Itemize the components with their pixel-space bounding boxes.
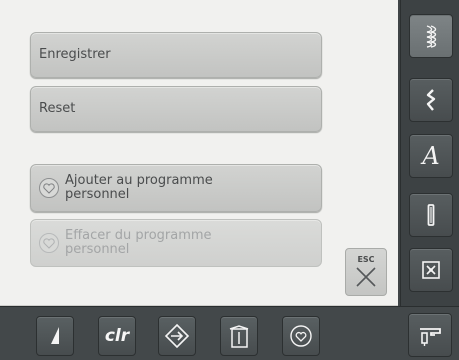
- personal-program-button[interactable]: [282, 316, 320, 356]
- esc-label: ESC: [357, 255, 375, 264]
- reset-button[interactable]: Reset: [30, 86, 322, 132]
- esc-button[interactable]: ESC: [345, 248, 387, 296]
- close-icon: [356, 267, 376, 287]
- save-button-label: Enregistrer: [39, 47, 111, 62]
- sewing-machine-icon: [420, 328, 441, 346]
- stitch-pattern-icon: [426, 25, 437, 48]
- sidebar-item-alphabets[interactable]: A: [409, 134, 453, 178]
- navigation-icon: [164, 323, 190, 349]
- remove-label-line1: Effacer du programme: [65, 228, 212, 243]
- add-label-line1: Ajouter au programme: [65, 173, 213, 188]
- main-panel: Enregistrer Reset Ajouter au programme p…: [0, 0, 398, 306]
- clear-button[interactable]: clr: [98, 316, 136, 356]
- sidebar-item-utility[interactable]: [409, 78, 453, 122]
- stitch-alteration-button[interactable]: [36, 316, 74, 356]
- zigzag-stitch-icon: [426, 89, 436, 111]
- remove-from-personal-program-button[interactable]: Effacer du programme personnel: [30, 219, 322, 267]
- alphabet-icon: A: [422, 142, 440, 170]
- sidebar-item-stitches[interactable]: [409, 14, 453, 58]
- navigation-button[interactable]: [158, 316, 196, 356]
- bottom-toolbar: clr: [0, 306, 459, 360]
- tutorial-icon: [229, 325, 249, 348]
- add-to-personal-program-button[interactable]: Ajouter au programme personnel: [30, 164, 322, 212]
- tutorial-button[interactable]: [220, 316, 258, 356]
- heart-icon: [39, 233, 59, 253]
- sidebar-item-buttonholes[interactable]: [409, 193, 453, 237]
- remove-label-line2: personnel: [65, 242, 130, 257]
- quilt-stitch-icon: [422, 261, 440, 279]
- sidebar-item-quilting[interactable]: [409, 248, 453, 292]
- sewing-machine-button[interactable]: [408, 313, 452, 357]
- right-toolbar: A: [400, 0, 459, 306]
- heart-icon: [39, 178, 59, 198]
- clear-icon: clr: [104, 326, 130, 346]
- buttonhole-icon: [427, 204, 435, 226]
- add-label-line2: personnel: [65, 187, 130, 202]
- reset-button-label: Reset: [39, 101, 76, 116]
- save-button[interactable]: Enregistrer: [30, 32, 322, 78]
- personal-program-icon: [290, 325, 312, 347]
- stitch-alteration-icon: [51, 327, 59, 344]
